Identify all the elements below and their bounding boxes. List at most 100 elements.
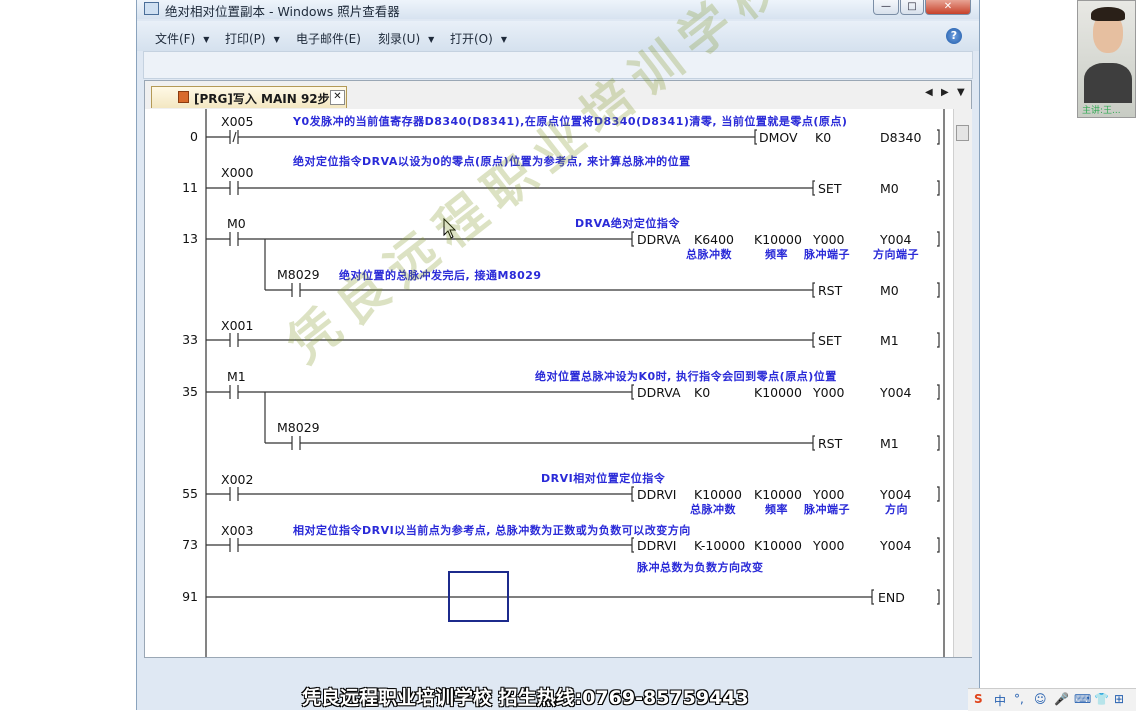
contact-x002[interactable]: X002 (221, 472, 253, 487)
instr-op[interactable]: DDRVA (637, 385, 681, 400)
instr-op[interactable]: RST (818, 436, 842, 451)
microphone-icon[interactable]: 🎤 (1054, 692, 1069, 706)
title-bar[interactable]: 绝对相对位置副本 - Windows 照片查看器 — □ ✕ (137, 0, 979, 19)
punctuation-icon[interactable]: °, (1014, 692, 1024, 706)
operand-comment: 方向端子 (873, 248, 919, 261)
ime-toolbar: S 中 °, ☺ 🎤 ⌨ 👕 ⊞ (968, 688, 1136, 711)
operand-comment: 方向 (885, 503, 908, 516)
instr-end[interactable]: END (878, 590, 905, 605)
instr-arg[interactable]: Y000 (813, 232, 845, 247)
instr-arg[interactable]: M1 (880, 333, 899, 348)
instr-arg[interactable]: D8340 (880, 130, 921, 145)
comment-row35: 绝对位置总脉冲设为K0时, 执行指令会回到零点(原点)位置 (535, 370, 837, 383)
menu-file[interactable]: 文件(F) ▼ (155, 30, 209, 47)
contact-m1[interactable]: M1 (227, 369, 246, 384)
ime-chinese-icon[interactable]: 中 (994, 692, 1006, 709)
video-caption: 凭良远程职业培训学校 招生热线:0769-85759443 (302, 687, 749, 709)
minimize-button[interactable]: — (873, 0, 899, 15)
instr-arg[interactable]: Y000 (813, 385, 845, 400)
operand-comment: 频率 (765, 248, 788, 261)
chevron-down-icon: ▼ (500, 35, 507, 44)
photo-viewer-icon (144, 2, 159, 15)
instr-arg[interactable]: Y000 (813, 487, 845, 502)
menu-open-label: 打开(O) (450, 32, 493, 46)
step-number: 55 (182, 486, 198, 501)
menu-print-label: 打印(P) (225, 32, 266, 46)
instr-arg[interactable]: Y004 (880, 538, 912, 553)
contact-m8029[interactable]: M8029 (277, 267, 320, 282)
instr-arg[interactable]: K10000 (754, 385, 802, 400)
skin-icon[interactable]: 👕 (1094, 692, 1109, 706)
keyboard-icon[interactable]: ⌨ (1074, 692, 1091, 706)
instr-arg[interactable]: Y004 (880, 385, 912, 400)
chevron-down-icon: ▼ (203, 35, 210, 44)
step-number: 11 (182, 180, 198, 195)
contact-m0[interactable]: M0 (227, 216, 246, 231)
contact-x003[interactable]: X003 (221, 523, 253, 538)
instr-arg[interactable]: Y004 (880, 232, 912, 247)
tab-prev-icon[interactable]: ◀ (925, 87, 933, 98)
presenter-body (1084, 63, 1132, 103)
contact-x005[interactable]: X005 (221, 114, 253, 129)
sogou-icon[interactable]: S (974, 692, 983, 706)
instr-arg[interactable]: Y004 (880, 487, 912, 502)
close-button[interactable]: ✕ (925, 0, 971, 15)
instr-op[interactable]: RST (818, 283, 842, 298)
menu-file-label: 文件(F) (155, 32, 196, 46)
vertical-scrollbar[interactable] (953, 109, 972, 657)
menu-burn[interactable]: 刻录(U) ▼ (378, 30, 434, 47)
instr-arg[interactable]: K-10000 (694, 538, 745, 553)
instr-arg[interactable]: M0 (880, 181, 899, 196)
tab-main-program[interactable]: [PRG]写入 MAIN 92步 ✕ (151, 86, 347, 108)
tab-label: [PRG]写入 MAIN 92步 (194, 92, 330, 106)
operand-comment: 总脉冲数 (690, 503, 736, 516)
instr-arg[interactable]: M1 (880, 436, 899, 451)
step-number: 13 (182, 231, 198, 246)
instr-arg[interactable]: K10000 (754, 538, 802, 553)
tab-list-icon[interactable]: ▼ (957, 87, 965, 98)
step-number: 73 (182, 537, 198, 552)
menu-print[interactable]: 打印(P) ▼ (225, 30, 280, 47)
instr-arg[interactable]: Y000 (813, 538, 845, 553)
command-bar: 文件(F) ▼ 打印(P) ▼ 电子邮件(E) 刻录(U) ▼ 打开(O) ▼ ? (137, 21, 979, 51)
contact-x000[interactable]: X000 (221, 165, 253, 180)
step-number: 33 (182, 332, 198, 347)
comment-row73b: 脉冲总数为负数方向改变 (637, 561, 764, 574)
instr-arg[interactable]: M0 (880, 283, 899, 298)
toolbox-icon[interactable]: ⊞ (1114, 692, 1124, 706)
close-icon[interactable]: ✕ (330, 90, 345, 105)
instr-arg[interactable]: K0 (694, 385, 710, 400)
program-icon (178, 91, 189, 103)
maximize-button[interactable]: □ (900, 0, 924, 15)
instr-arg[interactable]: K10000 (694, 487, 742, 502)
tab-next-icon[interactable]: ▶ (941, 87, 949, 98)
comment-row55: DRVI相对位置定位指令 (541, 472, 666, 485)
operand-comment: 脉冲端子 (804, 248, 850, 261)
contact-m8029[interactable]: M8029 (277, 420, 320, 435)
comment-row73: 相对定位指令DRVI以当前点为参考点, 总脉冲数为正数或为负数可以改变方向 (293, 524, 691, 537)
step-number: 35 (182, 384, 198, 399)
instr-arg[interactable]: K10000 (754, 232, 802, 247)
instr-op[interactable]: SET (818, 333, 841, 348)
menu-email-label: 电子邮件(E) (296, 32, 361, 46)
operand-comment: 频率 (765, 503, 788, 516)
menu-open[interactable]: 打开(O) ▼ (450, 30, 507, 47)
operand-comment: 总脉冲数 (686, 248, 732, 261)
emoji-icon[interactable]: ☺ (1034, 692, 1047, 706)
contact-x001[interactable]: X001 (221, 318, 253, 333)
instr-arg[interactable]: K10000 (754, 487, 802, 502)
instr-op[interactable]: DDRVI (637, 487, 677, 502)
desktop-left (0, 0, 136, 710)
help-icon[interactable]: ? (946, 28, 962, 44)
instr-op[interactable]: DMOV (759, 130, 798, 145)
presenter-label: 主讲:王... (1082, 106, 1121, 116)
instr-op[interactable]: SET (818, 181, 841, 196)
instr-arg[interactable]: K6400 (694, 232, 734, 247)
chevron-down-icon: ▼ (428, 35, 435, 44)
menu-email[interactable]: 电子邮件(E) (296, 30, 361, 47)
instr-arg[interactable]: K0 (815, 130, 831, 145)
scroll-thumb[interactable] (956, 125, 969, 141)
instr-op[interactable]: DDRVI (637, 538, 677, 553)
instr-op[interactable]: DDRVA (637, 232, 681, 247)
menu-burn-label: 刻录(U) (378, 32, 421, 46)
